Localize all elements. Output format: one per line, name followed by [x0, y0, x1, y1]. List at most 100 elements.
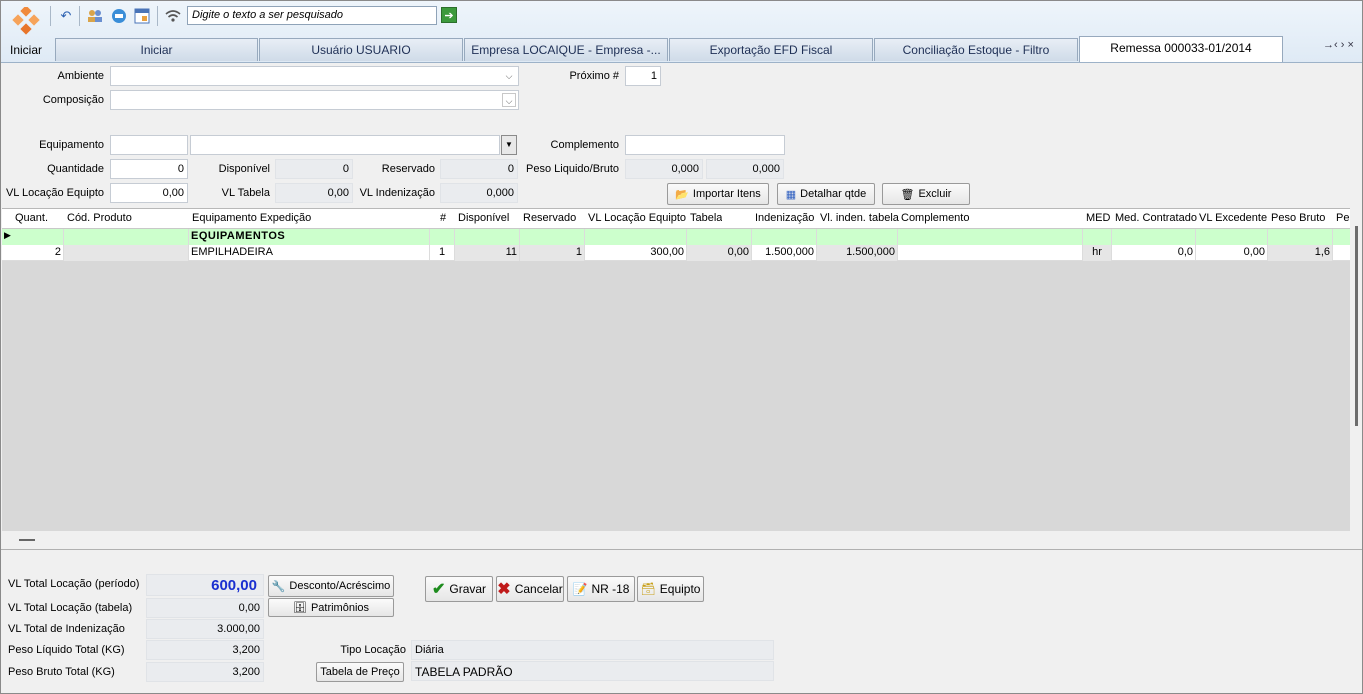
equipto-button[interactable]: 🗃 Equipto [637, 576, 704, 602]
search-go-icon[interactable]: ➔ [441, 7, 457, 23]
proximo-label: Próximo # [569, 70, 619, 82]
nr18-button[interactable]: 📝 NR -18 [567, 576, 635, 602]
col-med[interactable]: MED [1086, 212, 1110, 224]
peso-bruto-field: 0,000 [706, 159, 784, 179]
trash-icon: 🗑 [900, 188, 915, 201]
complemento-field[interactable] [625, 135, 785, 155]
gravar-button[interactable]: ✔ Gravar [425, 576, 493, 602]
excluir-button[interactable]: 🗑 Excluir [882, 183, 970, 205]
equipamento-desc-field[interactable] [190, 135, 500, 155]
vl-total-periodo-label: VL Total Locação (período) [8, 578, 140, 590]
equipamento-dropdown-icon[interactable]: ▼ [501, 135, 517, 155]
scrollbar-thumb[interactable] [1355, 226, 1358, 426]
tab-usuario[interactable]: Usuário USUARIO [259, 38, 463, 61]
group-row[interactable]: ▶ EQUIPAMENTOS [2, 229, 1350, 245]
chevron-down-icon: ⌵ [502, 93, 516, 107]
tab-remessa[interactable]: Remessa 000033-01/2014 [1079, 36, 1283, 62]
users-icon[interactable] [86, 7, 104, 25]
col-med-contratado[interactable]: Med. Contratado [1115, 212, 1198, 224]
tabela-preco-value: TABELA PADRÃO [411, 661, 774, 681]
col-quant[interactable]: Quant. [15, 212, 48, 224]
splitter-handle[interactable] [19, 539, 35, 541]
col-indenizacao[interactable]: Indenização [755, 212, 814, 224]
cell-equip[interactable]: EMPILHADEIRA [189, 245, 430, 261]
col-complemento[interactable]: Complemento [901, 212, 969, 224]
tab-exportacao-efd[interactable]: Exportação EFD Fiscal [669, 38, 873, 61]
table-row[interactable]: 2 EMPILHADEIRA 1 11 1 300,00 0,00 1.500,… [2, 245, 1350, 261]
vl-locacao-field[interactable]: 0,00 [110, 183, 188, 203]
proximo-field[interactable]: 1 [625, 66, 661, 86]
toolbar-separator [50, 6, 51, 26]
patrimonio-icon: 🗄 [292, 602, 307, 614]
col-disponivel[interactable]: Disponível [458, 212, 509, 224]
cell-vl-exc[interactable]: 0,00 [1196, 245, 1268, 261]
vl-total-periodo-value: 600,00 [146, 574, 264, 596]
cell-tabela: 0,00 [687, 245, 752, 261]
patrimonios-button[interactable]: 🗄 Patrimônios [268, 598, 394, 617]
document-icon: 📝 [572, 582, 588, 596]
grid-scrollbar[interactable] [1351, 208, 1362, 531]
peso-label: Peso Liquido/Bruto [526, 163, 619, 175]
tabela-preco-button[interactable]: Tabela de Preço [316, 662, 404, 682]
quantidade-field[interactable]: 0 [110, 159, 188, 179]
peso-bruto-total-value: 3,200 [146, 662, 264, 682]
vl-indenizacao-field: 0,000 [440, 183, 518, 203]
col-cod-produto[interactable]: Cód. Produto [67, 212, 132, 224]
grid-header: Quant. Cód. Produto Equipamento Expediçã… [2, 209, 1350, 229]
home-label: Iniciar [9, 43, 42, 57]
cell-vl-loc[interactable]: 300,00 [585, 245, 687, 261]
tab-empresa[interactable]: Empresa LOCAIQUE - Empresa -... [464, 38, 668, 61]
home-button[interactable]: Iniciar [5, 5, 47, 59]
cancel-icon: ✖ [497, 581, 511, 598]
tab-nav-arrows[interactable]: →‹ › × [1323, 39, 1354, 51]
cell-cod[interactable] [64, 245, 189, 261]
peso-liq-total-value: 3,200 [146, 640, 264, 660]
vl-indenizacao-label: VL Indenização [359, 187, 435, 199]
importar-itens-button[interactable]: 📂 Importar Itens [667, 183, 769, 205]
undo-icon[interactable]: ↶ [57, 7, 75, 25]
search-input[interactable]: Digite o texto a ser pesquisado [187, 6, 437, 25]
disponivel-field: 0 [275, 159, 353, 179]
cell-inden[interactable]: 1.500,000 [752, 245, 817, 261]
col-peso-bruto[interactable]: Peso Bruto [1271, 212, 1325, 224]
quantidade-label: Quantidade [47, 163, 104, 175]
toolbar-separator [79, 6, 80, 26]
cell-med-contr[interactable]: 0,0 [1112, 245, 1196, 261]
col-reservado[interactable]: Reservado [523, 212, 576, 224]
composicao-label: Composição [42, 94, 104, 106]
col-pe[interactable]: Pe [1336, 212, 1349, 224]
chevron-down-icon: ⌵ [505, 71, 513, 81]
wifi-icon[interactable] [164, 7, 182, 25]
equipment-icon: 🗃 [640, 582, 656, 596]
vl-total-tabela-value: 0,00 [146, 598, 264, 618]
col-vl-excedente[interactable]: VL Excedente [1199, 212, 1269, 224]
ambiente-select[interactable]: ⌵ [110, 66, 519, 86]
detalhar-qtde-button[interactable]: ▦ Detalhar qtde [777, 183, 875, 205]
cell-quant[interactable]: 2 [12, 245, 64, 261]
col-vl-locacao[interactable]: VL Locação Equipto [588, 212, 688, 224]
cell-res: 1 [520, 245, 585, 261]
ambiente-label: Ambiente [57, 70, 104, 82]
cell-disp: 11 [455, 245, 520, 261]
col-equipamento[interactable]: Equipamento Expedição [192, 212, 311, 224]
vl-tabela-field: 0,00 [275, 183, 353, 203]
disponivel-label: Disponível [218, 163, 270, 175]
composicao-select[interactable]: ⌵ [110, 90, 519, 110]
col-tabela[interactable]: Tabela [690, 212, 722, 224]
complemento-label: Complemento [550, 139, 619, 151]
equipamento-code-field[interactable] [110, 135, 188, 155]
col-num[interactable]: # [440, 212, 446, 224]
group-label: EQUIPAMENTOS [189, 229, 430, 245]
tab-iniciar[interactable]: Iniciar [55, 38, 258, 61]
cancelar-button[interactable]: ✖ Cancelar [496, 576, 564, 602]
toolbar-separator [157, 6, 158, 26]
col-vl-inden-tabela[interactable]: Vl. inden. tabela [820, 212, 900, 224]
tipo-locacao-label: Tipo Locação [340, 644, 406, 656]
chat-icon[interactable] [110, 7, 128, 25]
desconto-acrescimo-button[interactable]: 🔧 Desconto/Acréscimo [268, 575, 394, 597]
window-icon[interactable] [133, 7, 151, 25]
cell-compl[interactable] [898, 245, 1083, 261]
cell-num[interactable]: 1 [430, 245, 455, 261]
reservado-label: Reservado [381, 163, 435, 175]
tab-conciliacao[interactable]: Conciliação Estoque - Filtro [874, 38, 1078, 61]
